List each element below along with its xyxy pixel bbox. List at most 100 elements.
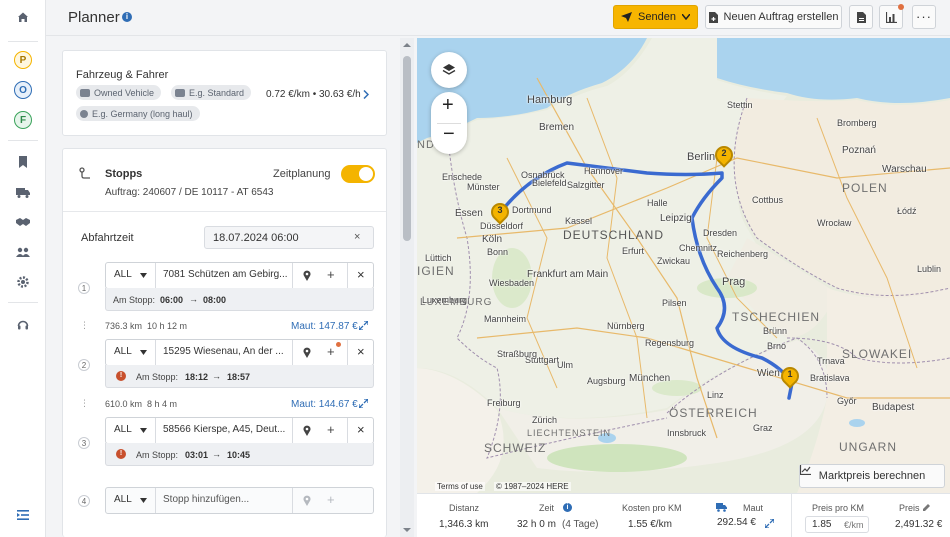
stop-number-1: 1 xyxy=(78,282,90,294)
stop-address[interactable]: 7081 Schützen am Gebirg... xyxy=(163,269,288,280)
caret-down-icon xyxy=(140,498,147,503)
users-icon[interactable] xyxy=(0,240,46,264)
info-icon[interactable]: i xyxy=(122,12,132,22)
add-icon[interactable]: + xyxy=(327,267,335,282)
city-label: Enschede xyxy=(442,172,483,182)
layers-button[interactable] xyxy=(431,52,467,88)
handshake-icon[interactable] xyxy=(0,210,46,234)
price-per-km-input[interactable]: 1.85 €/km xyxy=(805,516,869,533)
expand-icon[interactable] xyxy=(765,519,774,528)
market-price-button[interactable]: Marktpreis berechnen xyxy=(799,464,945,488)
arrow-right-icon: → xyxy=(212,371,221,381)
truck-icon[interactable] xyxy=(0,180,46,204)
terms-link[interactable]: Terms of use xyxy=(435,482,485,491)
zoom-out-button[interactable]: − xyxy=(443,123,455,146)
route-map[interactable]: Hamburg Bremen Berlin Stettin Hannover B… xyxy=(417,38,950,493)
zoom-in-button[interactable]: + xyxy=(442,94,454,117)
panel-scrollbar[interactable] xyxy=(400,38,414,537)
order-reference: Auftrag: 240607 / DE 10117 - AT 6543 xyxy=(105,187,274,198)
distance-value: 1,346.3 km xyxy=(439,519,489,530)
add-icon: + xyxy=(327,492,335,507)
export-document-button[interactable] xyxy=(849,5,873,29)
country-label: LUXEMBURG xyxy=(420,297,493,308)
location-pin-icon[interactable] xyxy=(303,270,311,281)
more-options-button[interactable]: ··· xyxy=(912,5,936,29)
city-label: Frankfurt am Main xyxy=(527,269,609,280)
leg-distance: 610.0 km xyxy=(105,399,143,409)
cost-per-km-value: 1.55 €/km xyxy=(628,519,672,530)
time-label: Zeit xyxy=(539,503,555,513)
stop-filter-select[interactable]: ALL xyxy=(114,269,132,280)
stop-3[interactable]: ALL 58566 Kierspe, A45, Deut... + × ! Am… xyxy=(105,417,374,467)
time-days: (4 Tage) xyxy=(562,519,599,530)
chevron-right-icon[interactable] xyxy=(363,90,369,99)
info-icon[interactable]: i xyxy=(563,503,572,512)
vehicle-driver-card[interactable]: Fahrzeug & Fahrer Owned Vehicle E.g. Sta… xyxy=(62,50,387,136)
route-pin-2[interactable]: 2 xyxy=(711,142,737,170)
stop-2[interactable]: ALL 15295 Wiesenau, An der ... + × ! Am … xyxy=(105,339,374,389)
expand-icon[interactable] xyxy=(359,321,368,330)
route-pin-1[interactable]: 1 xyxy=(777,363,803,391)
scrollbar-thumb[interactable] xyxy=(403,56,411,241)
add-icon[interactable]: + xyxy=(327,422,335,437)
send-button[interactable]: Senden xyxy=(613,5,698,29)
city-label: Erfurt xyxy=(622,246,645,256)
city-label: Bremen xyxy=(539,122,575,133)
city-label: Leipzig xyxy=(660,213,692,224)
city-label: Łódź xyxy=(897,206,917,216)
remove-stop-icon[interactable]: × xyxy=(357,267,365,282)
fleet-badge[interactable]: F xyxy=(0,108,46,132)
city-label: Augsburg xyxy=(587,376,626,386)
notification-dot xyxy=(336,342,341,347)
route-pin-3[interactable]: 3 xyxy=(487,199,513,227)
add-icon[interactable]: + xyxy=(327,344,335,359)
clear-icon[interactable]: × xyxy=(354,231,360,243)
stop-filter-select[interactable]: ALL xyxy=(114,494,132,505)
time-value: 32 h 0 m xyxy=(517,519,556,530)
remove-stop-icon[interactable]: × xyxy=(357,344,365,359)
city-label: Kassel xyxy=(565,216,593,226)
chevron-down-icon xyxy=(681,14,690,20)
city-label: Zwickau xyxy=(657,256,691,266)
truck-icon xyxy=(80,88,90,97)
add-stop-row[interactable]: ALL Stopp hinzufügen... + xyxy=(105,487,374,514)
city-label: Osnabrück xyxy=(521,170,565,180)
vehicle-rate: 0.72 €/km • 30.63 €/h xyxy=(266,89,361,100)
chart-button[interactable] xyxy=(879,4,904,29)
expand-icon[interactable] xyxy=(359,399,368,408)
departure-time-input[interactable]: 18.07.2024 06:00 × xyxy=(204,226,374,249)
city-label: Győr xyxy=(837,396,857,406)
country-label: SCHWEIZ xyxy=(484,441,547,455)
location-pin-icon[interactable] xyxy=(303,425,311,436)
top-bar: Planner i Senden Neuen Auftrag erstellen… xyxy=(46,0,950,36)
add-stop-input[interactable]: Stopp hinzufügen... xyxy=(163,494,249,505)
ellipsis-icon: ··· xyxy=(916,9,932,24)
location-pin-icon[interactable] xyxy=(303,347,311,358)
orders-badge[interactable]: O xyxy=(0,78,46,102)
warning-icon[interactable]: ! xyxy=(116,371,126,381)
stop-filter-select[interactable]: ALL xyxy=(114,346,132,357)
city-label: Prag xyxy=(722,276,746,288)
gear-icon[interactable] xyxy=(0,270,46,294)
country-label: ÖSTERREICH xyxy=(669,406,758,420)
bookmark-icon[interactable] xyxy=(0,150,46,174)
notification-dot xyxy=(898,4,904,10)
stop-address[interactable]: 58566 Kierspe, A45, Deut... xyxy=(163,424,285,435)
page-title: Planner xyxy=(68,9,120,26)
time-planning-label: Zeitplanung xyxy=(273,168,331,180)
stop-filter-select[interactable]: ALL xyxy=(114,424,132,435)
warning-icon[interactable]: ! xyxy=(116,449,126,459)
bar-chart-icon xyxy=(885,11,897,23)
stop-1[interactable]: ALL 7081 Schützen am Gebirg... + × Am St… xyxy=(105,262,374,312)
route-summary: Distanz 1,346.3 km Zeit i 32 h 0 m (4 Ta… xyxy=(417,493,950,537)
edit-icon[interactable] xyxy=(923,503,931,511)
city-label: Salzgitter xyxy=(567,180,605,190)
home-icon[interactable] xyxy=(0,5,46,29)
stop-address[interactable]: 15295 Wiesenau, An der ... xyxy=(163,346,284,357)
collapse-menu-icon[interactable] xyxy=(0,503,46,527)
time-planning-toggle[interactable] xyxy=(341,165,375,183)
new-order-button[interactable]: Neuen Auftrag erstellen xyxy=(705,5,842,29)
headset-icon[interactable] xyxy=(0,313,46,337)
remove-stop-icon[interactable]: × xyxy=(357,422,365,437)
planner-badge[interactable]: P xyxy=(0,48,46,72)
